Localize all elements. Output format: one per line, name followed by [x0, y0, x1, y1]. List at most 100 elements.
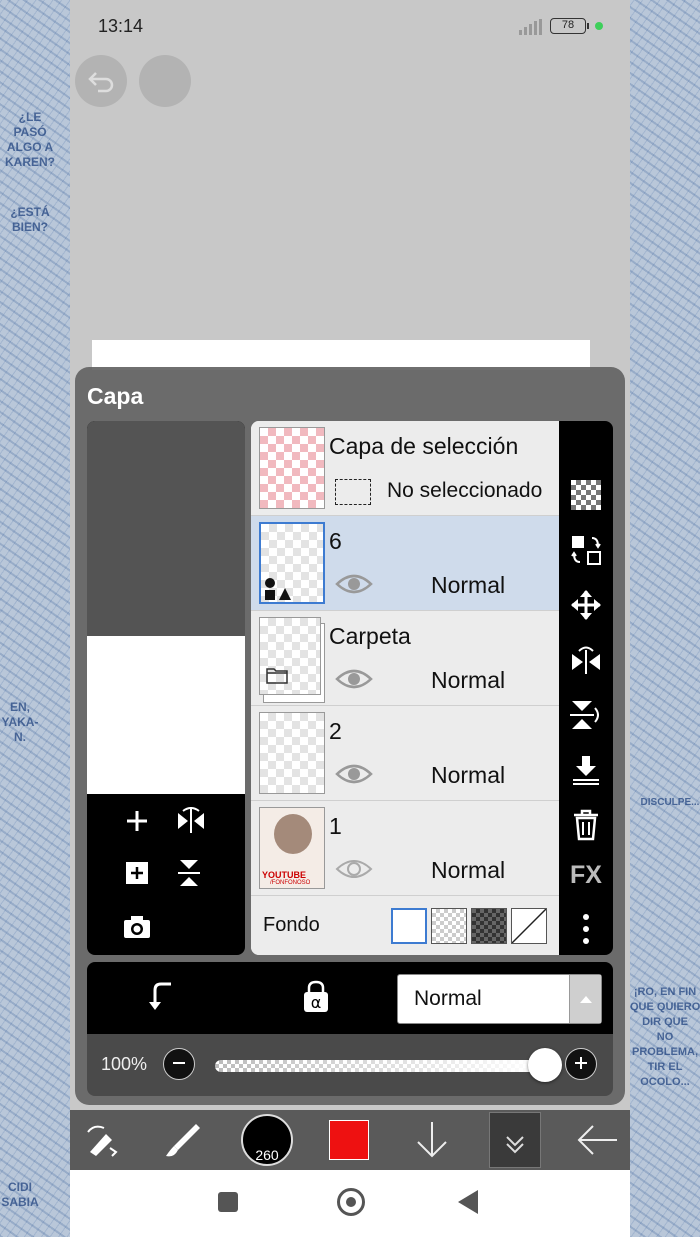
duplicate-layer-button[interactable] — [119, 855, 155, 891]
flip-horizontal-icon — [178, 807, 204, 833]
clip-arrow-icon — [149, 982, 171, 1010]
flip-layer-button[interactable] — [173, 803, 209, 839]
collapse-panel-button[interactable] — [489, 1112, 541, 1168]
more-vertical-icon — [583, 914, 589, 944]
layer-row[interactable]: YOUTUBE /FONFONOSO 1 Normal — [251, 801, 559, 896]
background-row: Fondo — [251, 896, 559, 955]
blend-bar: α Normal — [87, 962, 613, 1034]
opacity-value: 100% — [101, 1054, 148, 1074]
plus-icon — [575, 1057, 587, 1069]
background-text: ¿LE PASÓ ALGO A KAREN? — [5, 110, 55, 169]
blend-mode-select[interactable]: Normal — [397, 974, 602, 1024]
blend-mode-value: Normal — [414, 987, 482, 1010]
duplicate-layer-icon — [126, 862, 148, 884]
selection-status: No seleccionado — [387, 479, 543, 502]
camera-button[interactable] — [119, 909, 155, 945]
minus-icon — [173, 1062, 185, 1064]
color-swatch[interactable] — [329, 1120, 369, 1160]
flip-vertical-button[interactable] — [173, 855, 209, 891]
preview-canvas — [87, 636, 245, 794]
home-icon[interactable] — [337, 1188, 365, 1216]
chevron-up-icon — [580, 996, 592, 1003]
background-dark-swatch[interactable] — [471, 908, 507, 944]
pen-swap-icon — [87, 1125, 118, 1157]
redo-button[interactable] — [139, 55, 191, 107]
visibility-eye-icon[interactable] — [335, 760, 373, 788]
background-transparent-swatch[interactable] — [431, 908, 467, 944]
status-time: 13:14 — [98, 16, 144, 36]
flip-horizontal-button[interactable] — [568, 642, 604, 678]
brush-tool-button[interactable] — [160, 1118, 204, 1162]
svg-text:α: α — [311, 993, 322, 1012]
arrow-down-icon — [417, 1122, 447, 1158]
background-none-swatch[interactable] — [511, 908, 547, 944]
layer-blend-mode: Normal — [431, 572, 506, 598]
background-text: CIDI SABIA — [1, 1180, 39, 1209]
selection-thumbnail — [259, 427, 325, 509]
layer-blend-mode: Normal — [431, 667, 506, 693]
checker-icon — [571, 480, 601, 510]
clipping-button[interactable] — [147, 980, 177, 1019]
recents-icon[interactable] — [218, 1192, 238, 1212]
opacity-increase-button[interactable] — [565, 1048, 597, 1080]
back-button[interactable] — [575, 1118, 619, 1162]
merge-down-button[interactable] — [568, 752, 604, 788]
back-triangle-icon[interactable] — [458, 1190, 478, 1214]
delete-layer-button[interactable] — [568, 807, 604, 843]
swap-icon — [571, 536, 601, 565]
layer-row[interactable]: Carpeta Normal — [251, 611, 559, 706]
opacity-slider-thumb[interactable] — [528, 1048, 562, 1082]
layer-row[interactable]: 2 Normal — [251, 706, 559, 801]
system-navbar — [70, 1170, 630, 1237]
undo-button[interactable] — [75, 55, 127, 107]
layer-list: Capa de selección No seleccionado 6 Norm… — [251, 421, 559, 955]
move-button[interactable] — [568, 587, 604, 623]
trash-icon — [574, 809, 598, 841]
layer-name: Carpeta — [329, 623, 411, 649]
app-screen: 13:14 78 Capa Capa de selección No selec… — [70, 0, 630, 1237]
drawing-canvas[interactable] — [92, 340, 590, 370]
double-chevron-down-icon — [506, 1136, 524, 1154]
selection-layer-row[interactable]: Capa de selección No seleccionado — [251, 421, 559, 516]
brush-icon — [166, 1124, 200, 1157]
layer-thumbnail: YOUTUBE /FONFONOSO — [259, 807, 325, 889]
selection-icon — [335, 479, 371, 505]
background-text: ¡RO, EN FIN QUE QUIERO DIR QUE NO PROBLE… — [630, 986, 700, 1088]
panel-title: Capa — [87, 383, 144, 409]
visibility-eye-icon[interactable] — [335, 855, 373, 883]
opacity-slider[interactable] — [215, 1060, 545, 1072]
background-text: ¿ESTÁ BIEN? — [10, 205, 50, 234]
lock-alpha-button[interactable]: α — [301, 980, 331, 1019]
fx-button[interactable]: FX — [568, 857, 604, 893]
visibility-eye-icon[interactable] — [335, 665, 373, 693]
thumbnail-subtext: /FONFONOSO — [270, 880, 311, 886]
brush-size-indicator[interactable]: 260 — [241, 1114, 293, 1166]
thumbnail-text: YOUTUBE — [262, 870, 307, 880]
battery-icon: 78 — [550, 18, 589, 34]
layer-down-button[interactable] — [410, 1118, 454, 1162]
transparency-button[interactable] — [568, 477, 604, 513]
background-text: EN, YAKA- N. — [1, 700, 39, 744]
flip-vertical-button[interactable] — [568, 697, 604, 733]
arrow-left-icon — [577, 1125, 617, 1155]
layer-name: 2 — [329, 718, 342, 744]
layer-panel: Capa Capa de selección No seleccionado 6… — [75, 367, 625, 1105]
blend-mode-dropdown-arrow[interactable] — [569, 975, 601, 1023]
layer-tools-column: FX — [559, 421, 613, 955]
background-white-swatch[interactable] — [391, 908, 427, 944]
quick-menu-button[interactable] — [80, 1118, 124, 1162]
preview-dark-area — [87, 421, 245, 636]
opacity-decrease-button[interactable] — [163, 1048, 195, 1080]
layer-name: Capa de selección — [329, 433, 519, 459]
plus-icon — [127, 811, 147, 831]
background-text: DISCULPE... — [640, 797, 700, 808]
more-options-button[interactable] — [568, 911, 604, 947]
layer-row[interactable]: 6 Normal — [251, 516, 559, 611]
add-layer-button[interactable] — [119, 803, 155, 839]
swap-layer-button[interactable] — [568, 532, 604, 568]
undo-icon — [88, 72, 114, 93]
layer-preview — [87, 421, 245, 955]
visibility-eye-icon[interactable] — [335, 570, 373, 598]
merge-down-icon — [573, 756, 599, 785]
flip-vertical-icon — [570, 701, 599, 729]
